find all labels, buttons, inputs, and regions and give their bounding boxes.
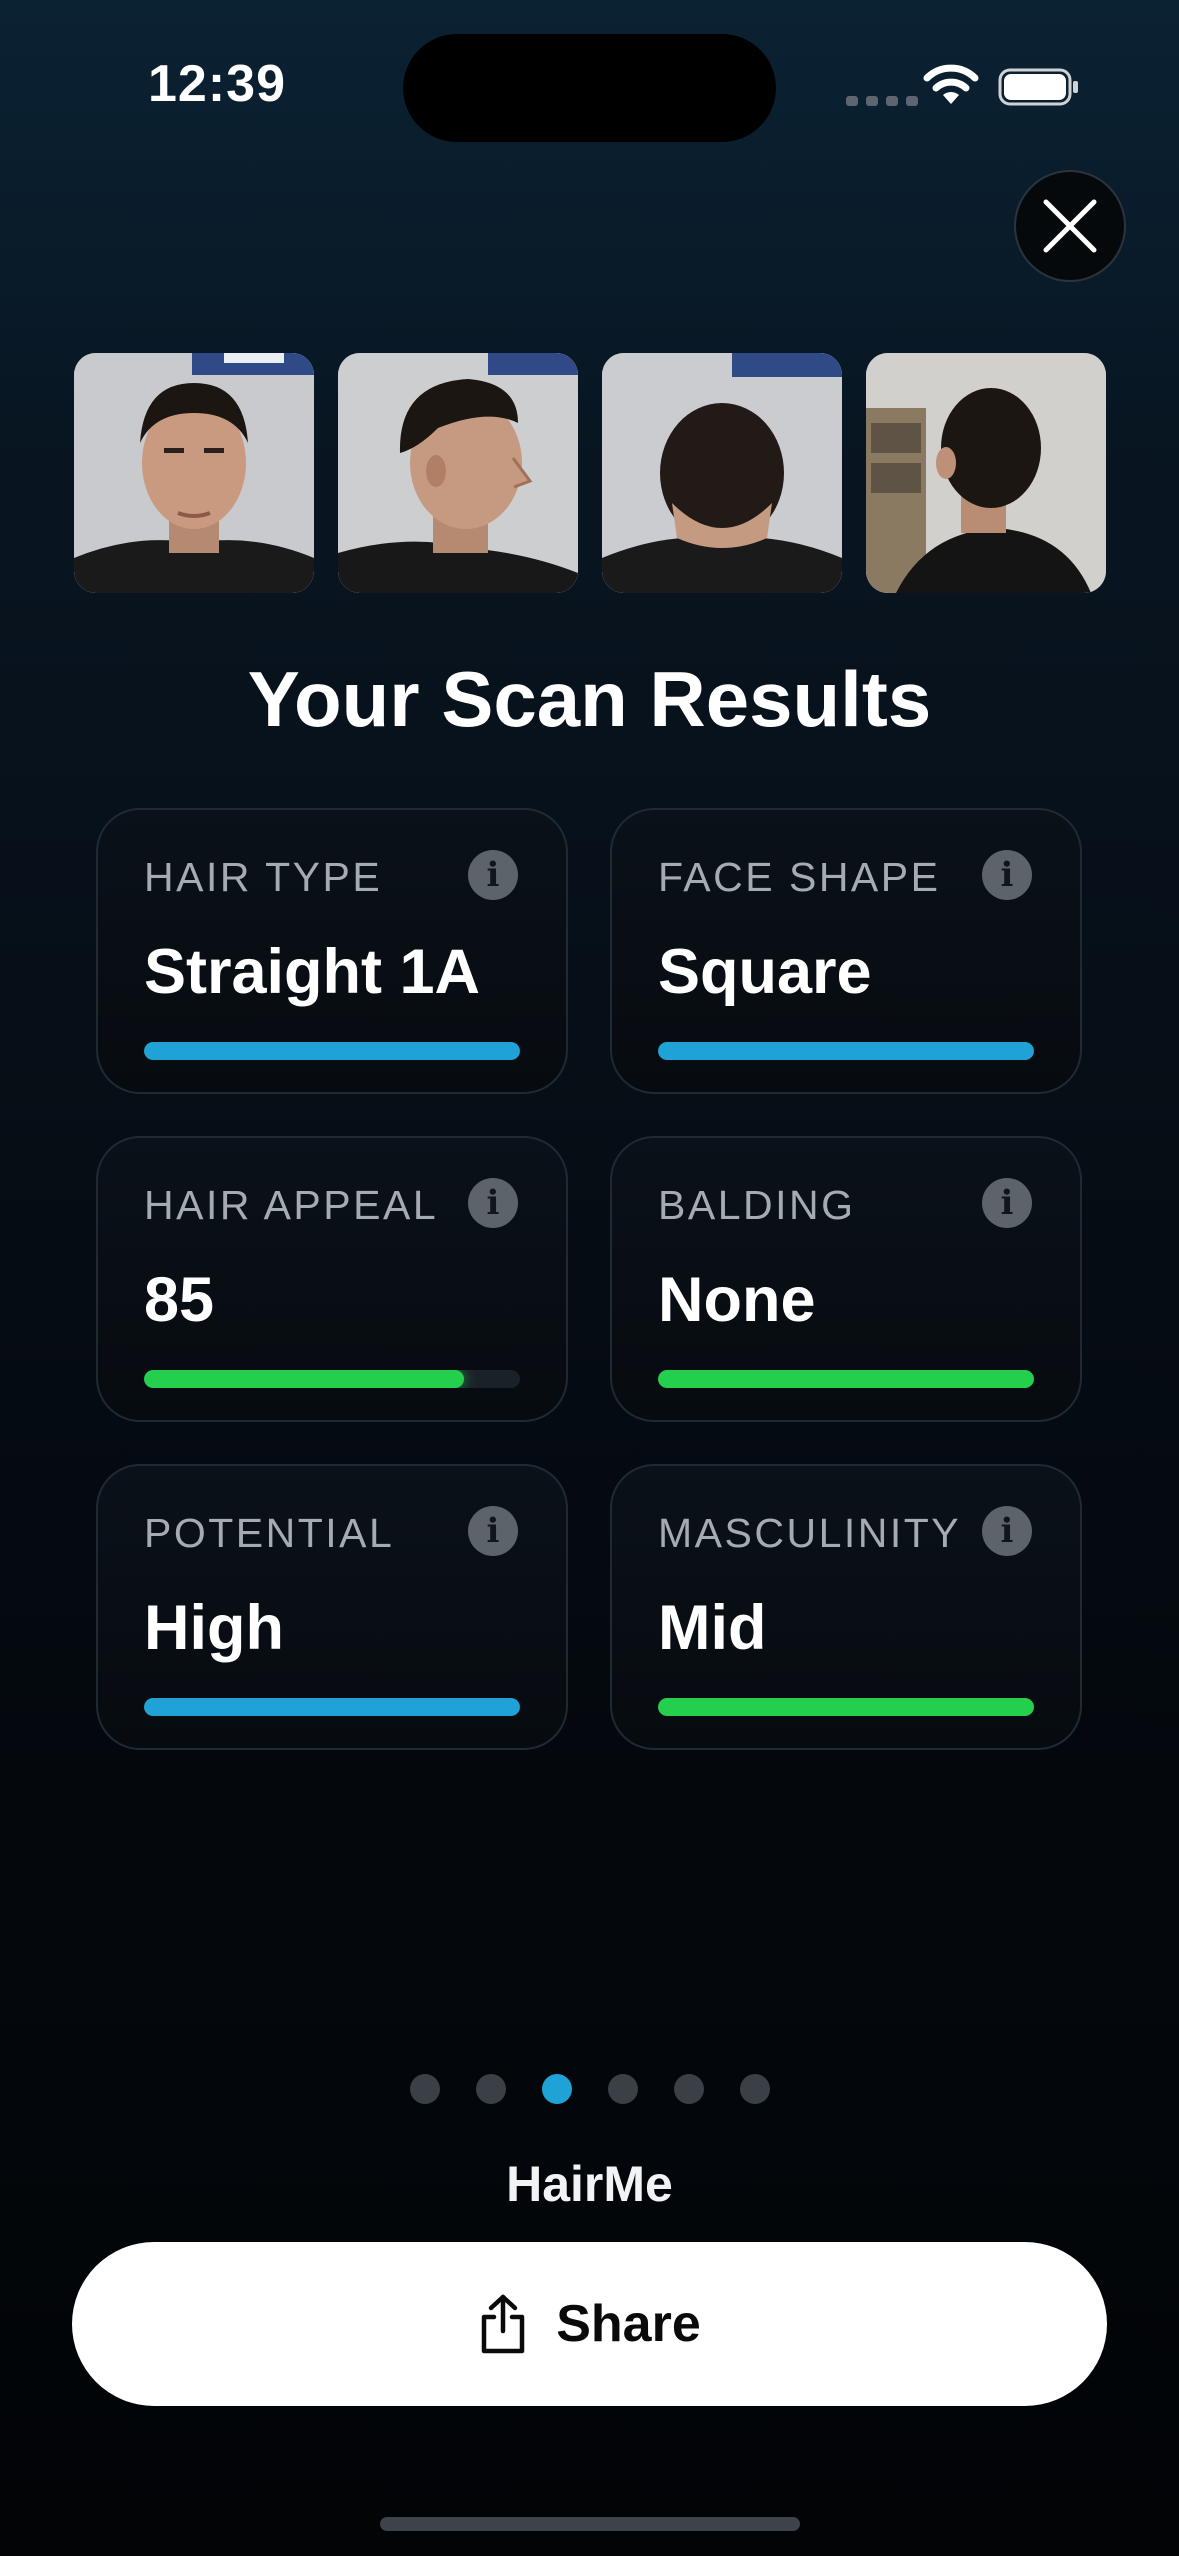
page-dot[interactable] bbox=[475, 2074, 506, 2104]
dynamic-island bbox=[403, 34, 776, 142]
scan-photo-top[interactable] bbox=[602, 353, 842, 593]
progress-fill bbox=[144, 1370, 464, 1388]
progress-bar bbox=[144, 1042, 520, 1060]
app-brand: HairMe bbox=[506, 2156, 673, 2212]
card-value: Mid bbox=[658, 1593, 767, 1663]
card-label: POTENTIAL bbox=[144, 1510, 395, 1556]
card-value: Square bbox=[658, 937, 872, 1007]
progress-fill bbox=[658, 1698, 1034, 1716]
page-dot[interactable] bbox=[409, 2074, 440, 2104]
close-icon bbox=[1043, 199, 1097, 253]
progress-bar bbox=[658, 1042, 1034, 1060]
progress-bar bbox=[658, 1698, 1034, 1716]
result-card-potential[interactable]: POTENTIAL i High bbox=[96, 1464, 568, 1750]
card-label: BALDING bbox=[658, 1182, 856, 1228]
progress-bar bbox=[144, 1370, 520, 1388]
scan-photo-side[interactable] bbox=[338, 353, 578, 593]
result-card-hair-type[interactable]: HAIR TYPE i Straight 1A bbox=[96, 808, 568, 1094]
progress-fill bbox=[658, 1370, 1034, 1388]
page-dot[interactable] bbox=[673, 2074, 704, 2104]
info-icon[interactable]: i bbox=[468, 850, 518, 900]
card-value: 85 bbox=[144, 1265, 215, 1335]
card-value: High bbox=[144, 1593, 284, 1663]
result-card-balding[interactable]: BALDING i None bbox=[610, 1136, 1082, 1422]
progress-fill bbox=[658, 1042, 1034, 1060]
info-icon[interactable]: i bbox=[468, 1506, 518, 1556]
info-icon[interactable]: i bbox=[982, 1506, 1032, 1556]
scan-photo-back[interactable] bbox=[866, 353, 1106, 593]
battery-icon bbox=[998, 68, 1078, 106]
page-dot[interactable] bbox=[739, 2074, 770, 2104]
card-label: HAIR TYPE bbox=[144, 854, 383, 900]
card-label: HAIR APPEAL bbox=[144, 1182, 439, 1228]
result-card-hair-appeal[interactable]: HAIR APPEAL i 85 bbox=[96, 1136, 568, 1422]
progress-fill bbox=[144, 1042, 520, 1060]
page-title: Your Scan Results bbox=[247, 655, 932, 743]
share-button[interactable]: Share bbox=[72, 2242, 1107, 2406]
wifi-icon bbox=[923, 64, 979, 104]
status-time: 12:39 bbox=[148, 55, 286, 113]
status-bar: 12:39 bbox=[0, 0, 1179, 170]
result-card-masculinity[interactable]: MASCULINITY i Mid bbox=[610, 1464, 1082, 1750]
card-value: None bbox=[658, 1265, 816, 1335]
progress-bar bbox=[144, 1698, 520, 1716]
share-icon bbox=[481, 2294, 525, 2354]
card-value: Straight 1A bbox=[144, 937, 481, 1007]
info-icon[interactable]: i bbox=[982, 1178, 1032, 1228]
page-indicator bbox=[0, 2074, 1179, 2104]
result-card-face-shape[interactable]: FACE SHAPE i Square bbox=[610, 808, 1082, 1094]
page-dot-active[interactable] bbox=[541, 2074, 572, 2104]
close-button[interactable] bbox=[1014, 170, 1126, 282]
share-label: Share bbox=[556, 2295, 701, 2353]
card-label: FACE SHAPE bbox=[658, 854, 941, 900]
card-label: MASCULINITY bbox=[658, 1510, 962, 1556]
cellular-signal-icon bbox=[846, 96, 918, 106]
scan-photo-front[interactable] bbox=[74, 353, 314, 593]
info-icon[interactable]: i bbox=[982, 850, 1032, 900]
home-indicator[interactable] bbox=[380, 2517, 800, 2531]
info-icon[interactable]: i bbox=[468, 1178, 518, 1228]
page-dot[interactable] bbox=[607, 2074, 638, 2104]
progress-bar bbox=[658, 1370, 1034, 1388]
progress-fill bbox=[144, 1698, 520, 1716]
